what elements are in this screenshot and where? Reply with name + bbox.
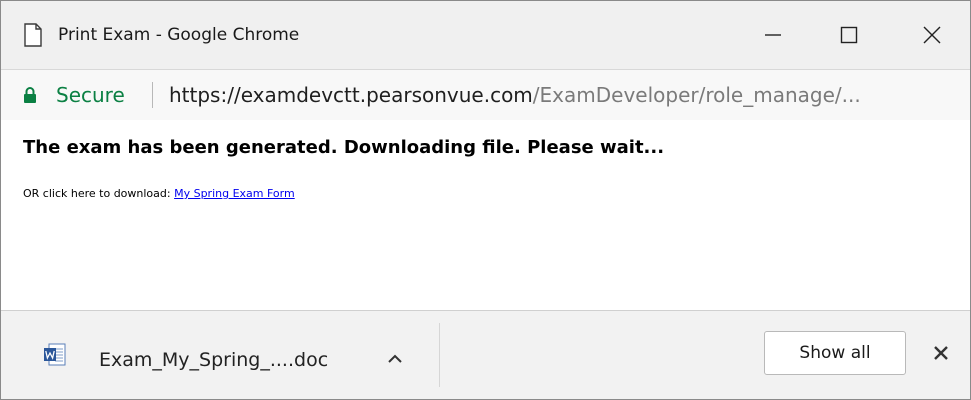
download-prompt-line: OR click here to download: My Spring Exa… [23, 186, 295, 202]
minimize-button[interactable] [749, 13, 797, 57]
window-title: Print Exam - Google Chrome [58, 25, 300, 45]
show-all-button[interactable]: Show all [764, 331, 906, 375]
close-icon [923, 26, 941, 44]
secure-label[interactable]: Secure [56, 82, 125, 108]
maximize-button[interactable] [825, 13, 873, 57]
download-bar: Exam_My_Spring_....doc Show all [1, 310, 970, 399]
download-filename: Exam_My_Spring_....doc [99, 349, 329, 371]
download-divider [439, 323, 440, 387]
url-path: /ExamDeveloper/role_manage/... [532, 83, 861, 107]
address-divider [152, 82, 153, 108]
chevron-up-icon[interactable] [383, 347, 407, 371]
browser-window: Print Exam - Google Chrome Secure https:… [0, 0, 971, 400]
close-download-bar-icon[interactable] [929, 341, 953, 365]
minimize-icon [765, 34, 781, 36]
download-prompt: OR click here to download: [23, 187, 171, 200]
download-item[interactable]: Exam_My_Spring_....doc [31, 335, 431, 379]
url-field[interactable]: https://examdevctt.pearsonvue.com/ExamDe… [169, 82, 959, 108]
address-bar[interactable]: Secure https://examdevctt.pearsonvue.com… [1, 69, 970, 121]
maximize-icon [840, 26, 858, 44]
page-icon [24, 23, 42, 47]
word-document-icon [44, 343, 66, 366]
page-content: The exam has been generated. Downloading… [1, 120, 970, 310]
download-link[interactable]: My Spring Exam Form [174, 187, 295, 200]
close-window-button[interactable] [908, 13, 956, 57]
url-host: https://examdevctt.pearsonvue.com [169, 83, 533, 107]
status-heading: The exam has been generated. Downloading… [23, 137, 665, 158]
lock-icon[interactable] [23, 86, 37, 104]
title-bar[interactable]: Print Exam - Google Chrome [1, 1, 970, 69]
